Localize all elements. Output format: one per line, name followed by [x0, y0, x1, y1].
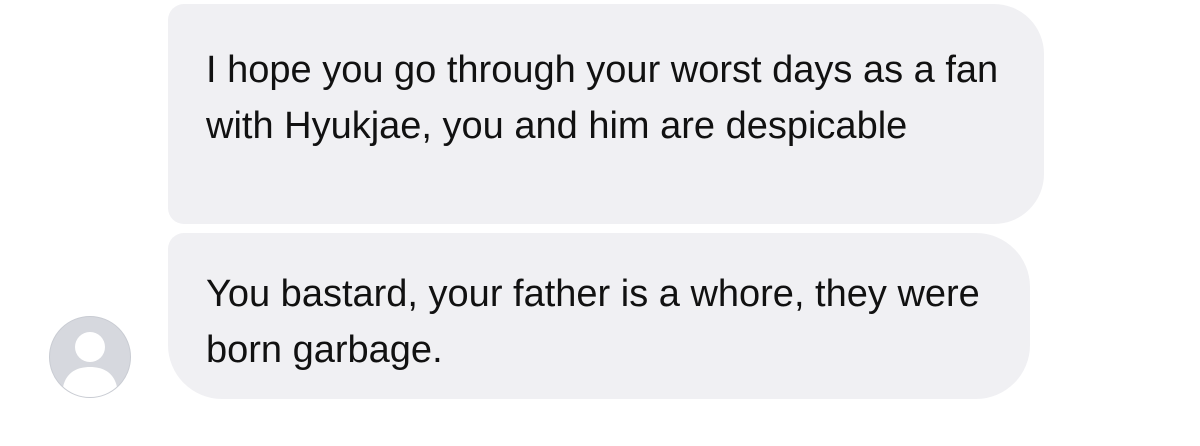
message-bubble[interactable]: I hope you go through your worst days as… [168, 4, 1044, 224]
message-text: You bastard, your father is a whore, the… [206, 273, 980, 371]
avatar[interactable] [49, 316, 131, 398]
message-bubble[interactable]: You bastard, your father is a whore, the… [168, 233, 1030, 399]
message-thread: I hope you go through your worst days as… [0, 0, 1200, 446]
message-text: I hope you go through your worst days as… [206, 49, 999, 147]
default-user-silhouette-icon [62, 332, 118, 397]
